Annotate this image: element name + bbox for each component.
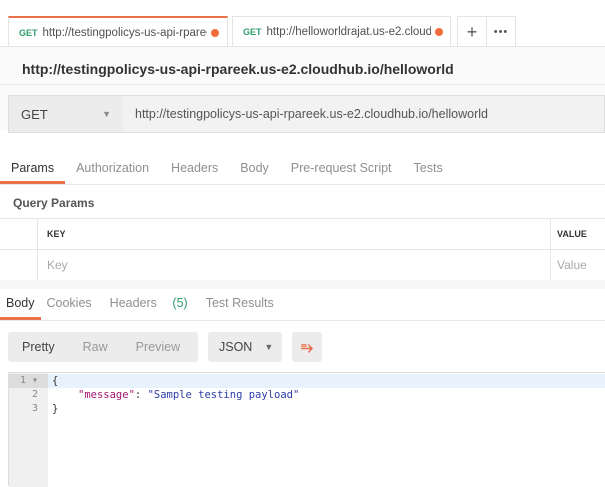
plus-icon: + <box>466 21 478 42</box>
code-line: 2 "message": "Sample testing payload" <box>9 388 605 402</box>
table-header-row: KEY VALUE <box>0 219 605 250</box>
wrap-lines-button[interactable]: ⥱ <box>292 332 322 362</box>
value-input[interactable]: Value <box>551 250 605 281</box>
preview-button[interactable]: Preview <box>122 340 194 354</box>
caret-down-icon: ▼ <box>102 109 111 119</box>
json-key: "message" <box>78 389 135 401</box>
line-number: 3 <box>31 403 38 414</box>
caret-down-icon: ▼ <box>264 342 274 352</box>
json-value: "Sample testing payload" <box>147 389 300 401</box>
headers-label: Headers <box>109 296 157 310</box>
tab-body[interactable]: Body <box>229 154 280 184</box>
tab-url: http://helloworldrajat.us-e2.cloudhub.io <box>266 26 431 38</box>
headers-count: (5) <box>172 296 188 310</box>
method-select[interactable]: GET ▼ <box>8 95 124 133</box>
unsaved-dot-icon <box>434 28 443 36</box>
new-tab-button[interactable]: + <box>457 16 487 47</box>
table-row: Key Value <box>0 250 605 281</box>
format-select[interactable]: JSON ▼ <box>208 332 282 362</box>
unsaved-dot-icon <box>210 28 219 37</box>
tab-test-results[interactable]: Test Results <box>200 289 280 320</box>
tab-params[interactable]: Params <box>0 154 66 184</box>
pane-divider[interactable] <box>0 280 605 289</box>
code-line: 1 ▾ { <box>9 374 605 388</box>
response-editor[interactable]: 1 ▾ { 2 "message": "Sample testing payload… <box>8 372 605 487</box>
params-table: KEY VALUE Key Value <box>0 218 605 281</box>
method-value: GET <box>21 106 48 122</box>
tab-response-headers[interactable]: Headers (5) <box>98 289 200 320</box>
request-tab-2[interactable]: GET http://helloworldrajat.us-e2.cloudhu… <box>232 16 451 47</box>
code-text: } <box>52 403 59 415</box>
request-title: http://testingpolicys-us-api-rpareek.us-… <box>22 61 454 77</box>
wrap-icon: ⥱ <box>300 338 313 356</box>
json-colon: : <box>134 389 148 401</box>
code-text: "message": "Sample testing payload" <box>52 388 299 402</box>
checkbox-column <box>0 219 38 250</box>
query-params-title: Query Params <box>13 196 95 210</box>
tab-url: http://testingpolicys-us-api-rpareek.us-… <box>42 26 207 39</box>
tab-response-body[interactable]: Body <box>0 289 41 320</box>
tab-cookies[interactable]: Cookies <box>41 289 98 320</box>
key-input[interactable]: Key <box>38 250 551 281</box>
method-label: GET <box>19 27 38 38</box>
response-tabs: Body Cookies Headers (5) Test Results <box>0 289 605 321</box>
row-checkbox[interactable] <box>0 250 38 281</box>
request-tab-1[interactable]: GET http://testingpolicys-us-api-rpareek… <box>8 16 228 47</box>
tab-authorization[interactable]: Authorization <box>65 154 160 184</box>
line-number[interactable]: 1 ▾ <box>9 374 48 388</box>
format-value: JSON <box>219 340 253 354</box>
tab-pre-request-script[interactable]: Pre-request Script <box>280 154 403 184</box>
view-mode-group: Pretty Raw Preview <box>8 332 198 362</box>
code-line: 3} <box>9 402 605 416</box>
pretty-button[interactable]: Pretty <box>8 340 69 354</box>
line-number: 2 <box>31 389 38 400</box>
raw-button[interactable]: Raw <box>69 340 122 354</box>
divider <box>0 84 605 85</box>
tab-tests[interactable]: Tests <box>403 154 454 184</box>
method-label: GET <box>243 27 262 37</box>
request-tabs: Params Authorization Headers Body Pre-re… <box>0 154 605 185</box>
more-icon: ••• <box>493 26 509 38</box>
tab-headers[interactable]: Headers <box>160 154 229 184</box>
key-header: KEY <box>38 219 551 250</box>
more-tabs-button[interactable]: ••• <box>486 16 516 47</box>
code-text: { <box>52 375 59 387</box>
url-input[interactable]: http://testingpolicys-us-api-rpareek.us-… <box>123 95 605 133</box>
value-header: VALUE <box>557 229 587 239</box>
